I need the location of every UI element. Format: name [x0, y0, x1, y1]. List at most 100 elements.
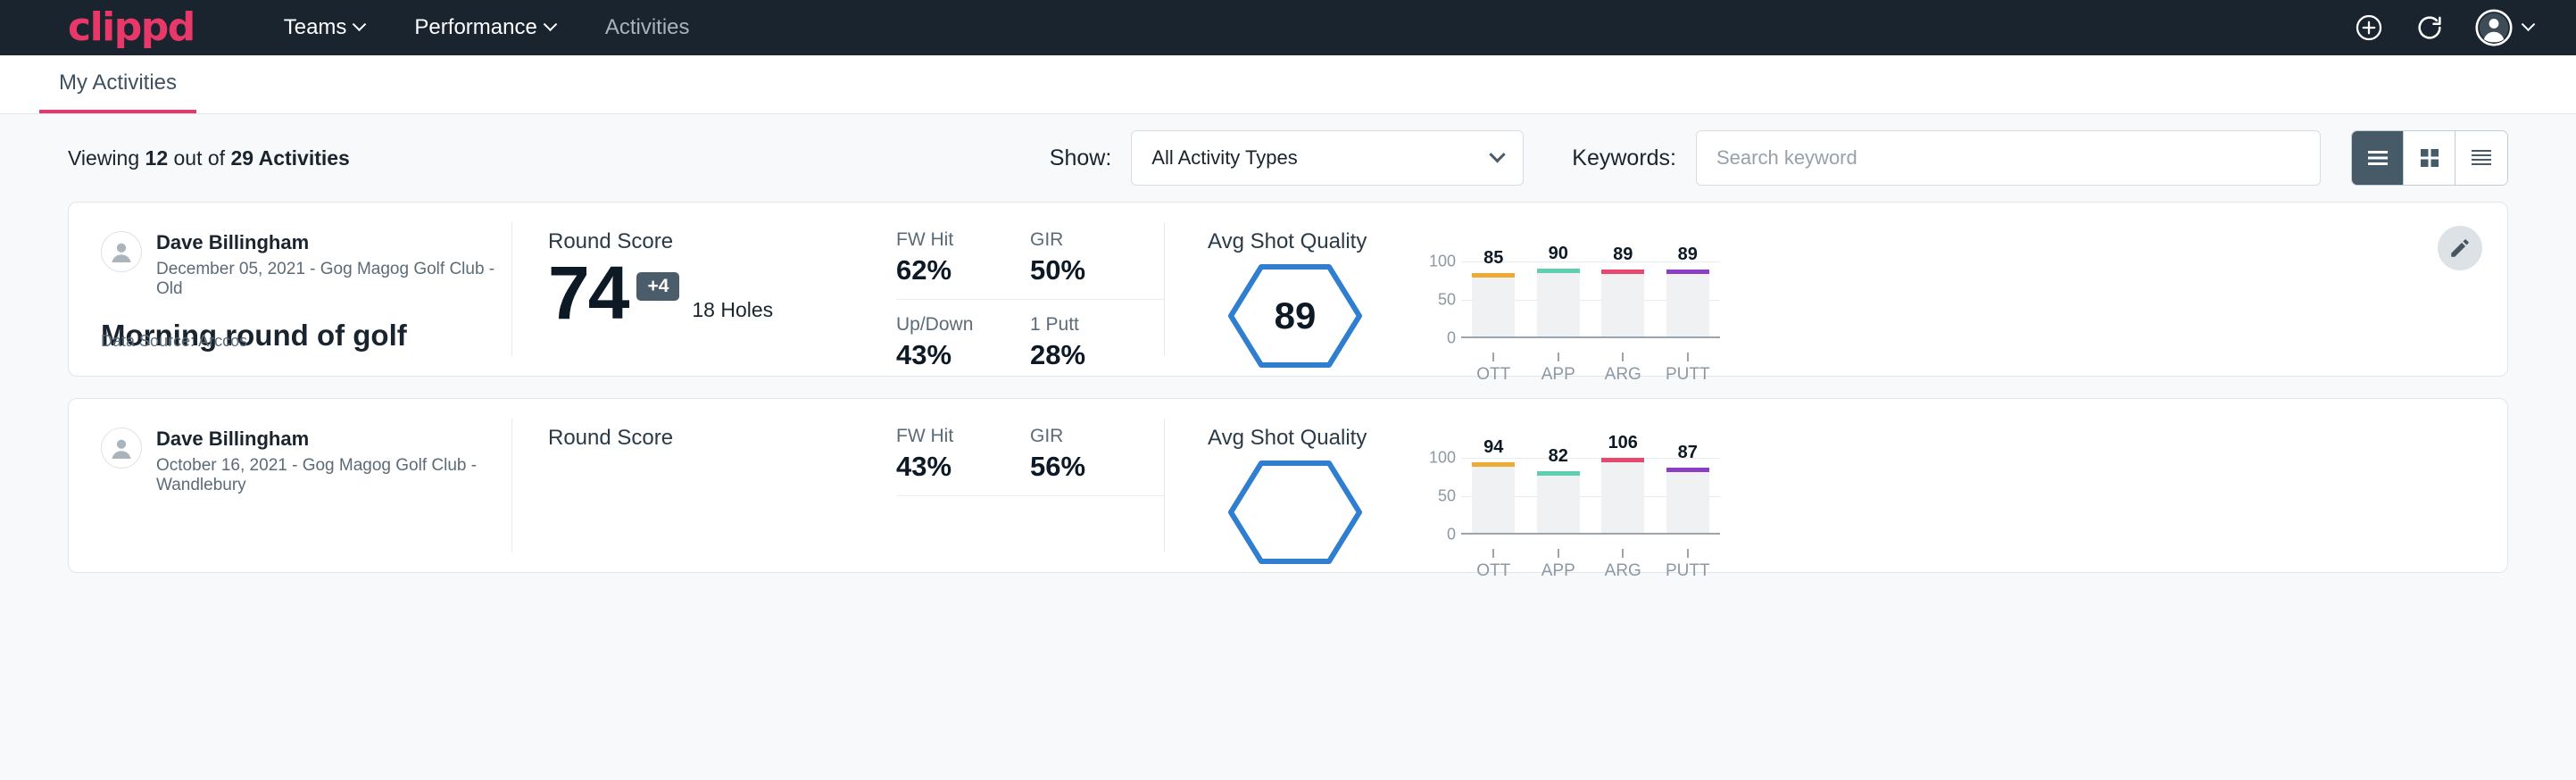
round-stats: FW Hit 62% Up/Down 43% GIR 50% 1 Putt — [896, 203, 1164, 376]
round-score-value: 74 — [548, 258, 627, 329]
filter-bar: Viewing 12 out of 29 Activities Show: Al… — [68, 114, 2508, 202]
primary-nav: Teams Performance Activities — [259, 15, 715, 40]
chart-bar-ott: 85 — [1461, 261, 1526, 336]
activity-user-name: Dave Billingham — [156, 427, 511, 450]
bar-cap — [1666, 468, 1709, 472]
chart-bar-putt: 87 — [1656, 458, 1721, 533]
x-tick-mark — [1558, 549, 1559, 558]
top-navigation-bar: clippd Teams Performance Activities — [0, 0, 2576, 55]
nav-item-performance[interactable]: Performance — [389, 15, 579, 40]
stat-fw-hit: FW Hit 43% — [896, 426, 1030, 496]
chevron-down-icon — [2522, 17, 2536, 31]
chevron-down-icon — [544, 17, 558, 31]
view-mode-toggle — [2351, 130, 2508, 186]
activity-card[interactable]: Dave Billingham October 16, 2021 - Gog M… — [68, 398, 2508, 573]
chart-bar-app: 82 — [1526, 458, 1591, 533]
activity-type-select[interactable]: All Activity Types — [1131, 130, 1524, 186]
chart-bar-ott: 94 — [1461, 458, 1526, 533]
bar-value-label: 82 — [1549, 446, 1568, 467]
bar-body: 87 — [1666, 468, 1709, 533]
refresh-icon[interactable] — [2414, 12, 2445, 43]
nav-item-teams[interactable]: Teams — [259, 15, 390, 40]
x-label-arg: ARG — [1591, 549, 1656, 581]
search-input-placeholder: Search keyword — [1716, 146, 1857, 170]
chart-baseline — [1461, 533, 1720, 535]
bar-body: 89 — [1601, 270, 1644, 336]
chevron-down-icon — [353, 17, 367, 31]
search-input[interactable]: Search keyword — [1696, 130, 2321, 186]
bar-body: 85 — [1472, 273, 1515, 336]
chart-x-labels: OTTAPPARGPUTT — [1461, 549, 1720, 581]
bar-cap — [1601, 458, 1644, 462]
grid-view-button[interactable] — [2404, 131, 2456, 185]
shot-quality-chart: 100 50 0 85908989 OTTAPPARGPUTT — [1422, 261, 1720, 385]
bar-value-label: 89 — [1678, 245, 1698, 265]
x-label-arg: ARG — [1591, 353, 1656, 385]
chart-plot-area: 948210687 — [1461, 458, 1720, 535]
stat-fw-hit-label: FW Hit — [896, 426, 1005, 447]
x-tick-mark — [1622, 549, 1624, 558]
bar-body: 89 — [1666, 270, 1709, 336]
x-tick-mark — [1687, 353, 1689, 361]
y-tick-50: 50 — [1438, 487, 1456, 506]
compact-view-button[interactable] — [2456, 131, 2507, 185]
stat-1-putt: 1 Putt 28% — [1030, 300, 1164, 371]
round-stats: FW Hit 43% GIR 56% — [896, 399, 1164, 572]
x-label-text: OTT — [1461, 561, 1526, 581]
account-menu[interactable] — [2475, 9, 2533, 46]
chart-bar-app: 90 — [1526, 261, 1591, 336]
activity-meta: December 05, 2021 - Gog Magog Golf Club … — [156, 260, 511, 299]
avg-shot-quality-section: Avg Shot Quality 100 50 0 — [1165, 399, 2507, 572]
tab-my-activities[interactable]: My Activities — [39, 71, 196, 113]
nav-item-activities[interactable]: Activities — [580, 15, 715, 40]
stat-fw-hit: FW Hit 62% — [896, 229, 1030, 300]
plus-circle-icon[interactable] — [2354, 12, 2384, 43]
stat-gir-value: 50% — [1030, 254, 1139, 286]
x-label-text: ARG — [1591, 365, 1656, 385]
round-score-label: Round Score — [548, 426, 896, 451]
bar-cap — [1666, 270, 1709, 274]
bar-cap — [1537, 471, 1580, 476]
show-label: Show: — [1050, 145, 1111, 171]
list-view-button[interactable] — [2352, 131, 2404, 185]
activity-user: Dave Billingham December 05, 2021 - Gog … — [101, 231, 511, 299]
x-label-app: APP — [1526, 549, 1591, 581]
x-tick-mark — [1622, 353, 1624, 361]
bar-value-label: 87 — [1678, 443, 1698, 463]
nav-item-activities-label: Activities — [605, 15, 690, 40]
y-tick-50: 50 — [1438, 291, 1456, 310]
stat-up-down: Up/Down 43% — [896, 300, 1030, 371]
app-logo[interactable]: clippd — [68, 8, 195, 47]
bar-cap — [1601, 270, 1644, 274]
tab-bar: My Activities — [0, 55, 2576, 114]
activity-user-name: Dave Billingham — [156, 231, 511, 253]
stat-fw-hit-value: 62% — [896, 254, 1005, 286]
score-to-par-badge: +4 — [636, 272, 679, 301]
x-label-text: PUTT — [1656, 365, 1721, 385]
viewing-total: 29 — [230, 146, 253, 170]
activity-data-source: Data Source: Arccos — [101, 332, 247, 351]
x-tick-mark — [1492, 549, 1494, 558]
x-label-ott: OTT — [1461, 353, 1526, 385]
account-circle-icon — [2475, 9, 2513, 46]
x-tick-mark — [1558, 353, 1559, 361]
bar-cap — [1472, 462, 1515, 467]
round-score-section: Round Score — [512, 399, 896, 572]
activity-info: Dave Billingham December 05, 2021 - Gog … — [69, 203, 511, 376]
x-label-ott: OTT — [1461, 549, 1526, 581]
y-tick-0: 0 — [1447, 526, 1456, 544]
viewing-mid: out of — [168, 146, 230, 170]
bar-value-label: 106 — [1608, 433, 1638, 453]
stat-gir: GIR 50% — [1030, 229, 1164, 300]
bar-value-label: 85 — [1483, 248, 1503, 269]
activity-user: Dave Billingham October 16, 2021 - Gog M… — [101, 427, 511, 495]
round-score-value-row: 74 +4 18 Holes — [548, 258, 896, 329]
chart-y-axis: 100 50 0 — [1422, 261, 1461, 338]
nav-actions — [2354, 9, 2533, 46]
activity-type-select-value: All Activity Types — [1151, 146, 1297, 170]
activity-card[interactable]: Dave Billingham December 05, 2021 - Gog … — [68, 202, 2508, 377]
nav-item-performance-label: Performance — [414, 15, 536, 40]
edit-activity-button[interactable] — [2438, 226, 2482, 270]
stat-1-putt-label: 1 Putt — [1030, 314, 1139, 336]
chart-bars: 948210687 — [1461, 458, 1720, 533]
